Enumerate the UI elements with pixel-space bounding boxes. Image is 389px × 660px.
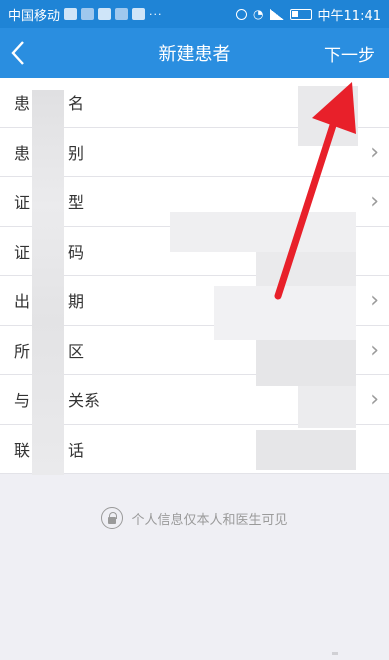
privacy-mask bbox=[298, 86, 358, 146]
chevron-right-icon: › bbox=[370, 337, 379, 363]
chevron-right-icon: › bbox=[370, 387, 379, 412]
status-right: ◔ 中午11:41 bbox=[236, 5, 381, 24]
chevron-right-icon: › bbox=[370, 288, 379, 313]
signal-icon bbox=[269, 8, 284, 20]
nav-bar: 新建患者 下一步 bbox=[0, 28, 389, 78]
privacy-text: 个人信息仅本人和医生可见 bbox=[131, 512, 288, 528]
chevron-left-icon bbox=[11, 41, 24, 65]
battery-icon bbox=[289, 8, 312, 20]
privacy-note: 个人信息仅本人和医生可见 bbox=[0, 504, 389, 532]
privacy-mask bbox=[256, 252, 356, 286]
back-button[interactable] bbox=[10, 36, 40, 70]
status-left: 中国移动 ··· bbox=[8, 5, 236, 24]
privacy-mask bbox=[298, 386, 356, 428]
privacy-mask bbox=[256, 340, 356, 386]
page-title: 新建患者 bbox=[158, 44, 231, 65]
privacy-mask bbox=[32, 90, 64, 475]
chat-notification-icon bbox=[81, 8, 95, 20]
privacy-mask bbox=[214, 286, 356, 340]
next-step-button[interactable]: 下一步 bbox=[324, 41, 375, 66]
image-notification-icon bbox=[98, 8, 112, 20]
clock: 中午11:41 bbox=[317, 8, 381, 24]
more-notifications-icon: ··· bbox=[149, 7, 163, 21]
app-notification-icon bbox=[115, 8, 129, 20]
chevron-right-icon: › bbox=[370, 189, 379, 214]
alarm-icon bbox=[236, 8, 248, 20]
app-notification-icon bbox=[132, 8, 146, 20]
privacy-mask bbox=[256, 430, 356, 470]
chevron-right-icon: › bbox=[370, 139, 379, 165]
home-indicator bbox=[332, 652, 338, 655]
privacy-mask bbox=[170, 212, 356, 252]
lock-icon bbox=[101, 507, 124, 529]
carrier-label: 中国移动 bbox=[8, 8, 61, 24]
wifi-icon: ◔ bbox=[253, 7, 264, 21]
app-notification-icon bbox=[64, 8, 78, 20]
status-bar: 中国移动 ··· ◔ 中午11:41 bbox=[0, 0, 389, 28]
